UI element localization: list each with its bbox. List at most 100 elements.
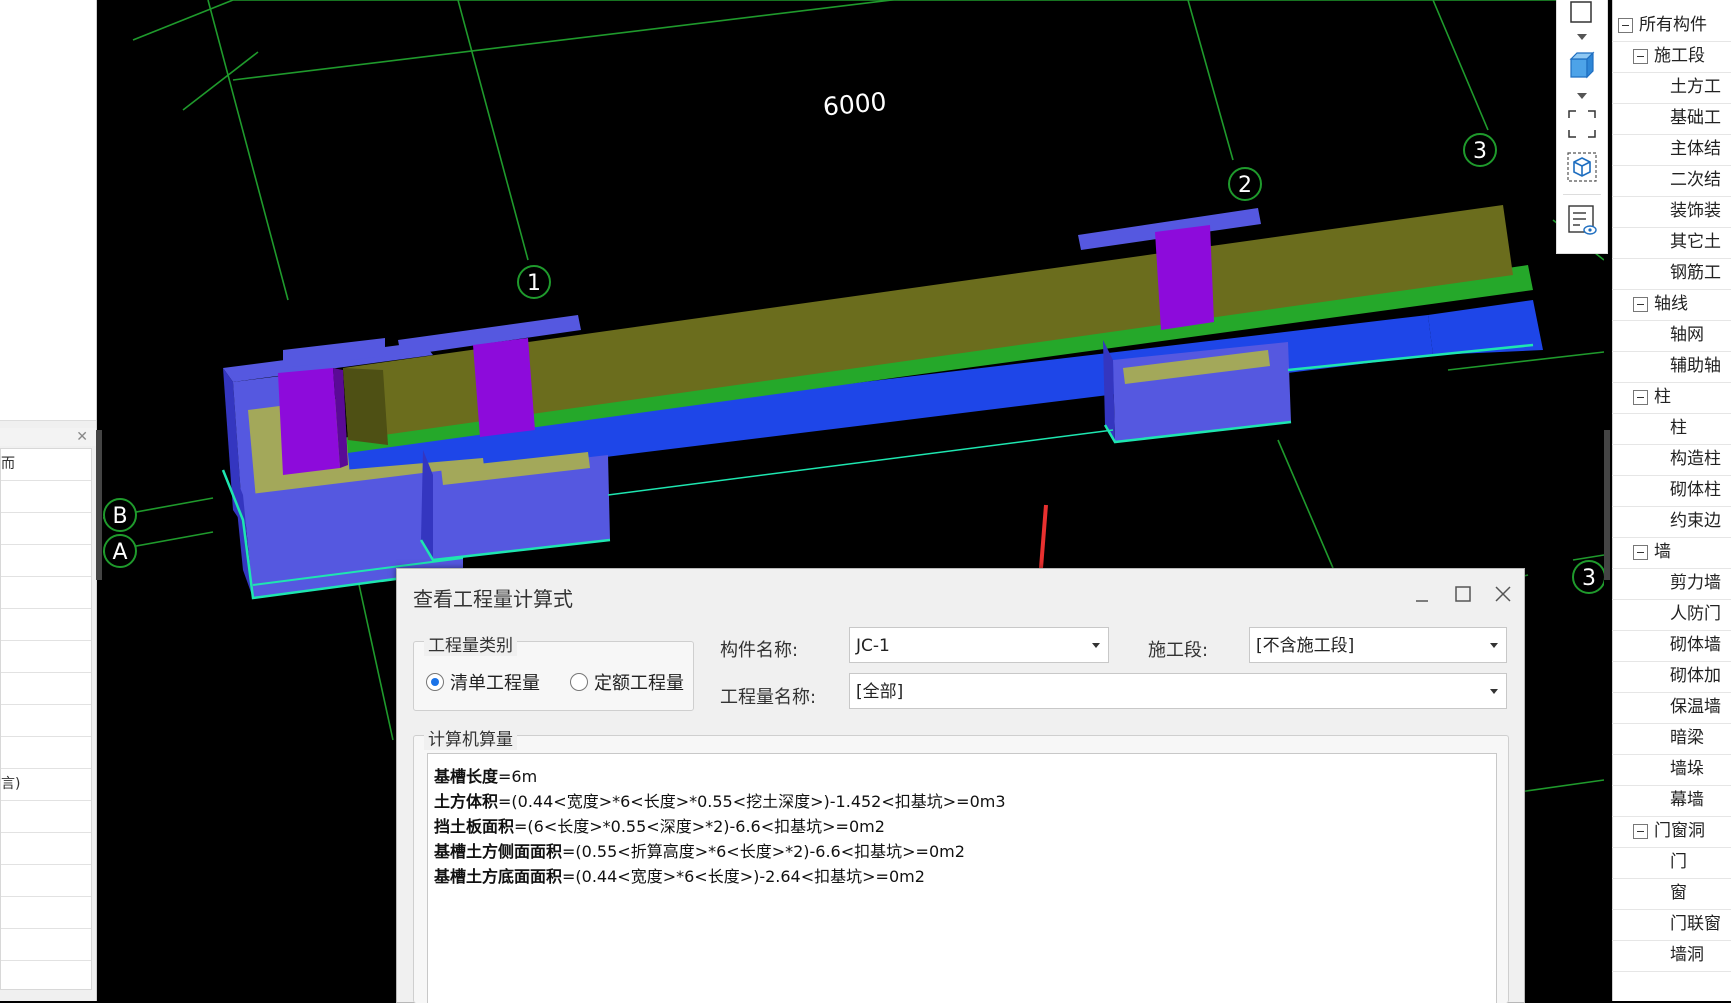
chevron-down-icon[interactable] <box>1577 34 1587 40</box>
tree-item-label: 土方工 <box>1670 77 1721 97</box>
dynamic-view-button[interactable] <box>1566 151 1598 183</box>
list-item[interactable] <box>1 641 91 673</box>
tree-item[interactable]: 所有构件 <box>1612 10 1731 42</box>
list-item[interactable] <box>1 897 91 929</box>
tree-item[interactable]: 砌体柱 <box>1612 475 1731 507</box>
view-mode-button[interactable] <box>1566 0 1598 32</box>
tree-item-label: 辅助轴 <box>1670 356 1721 376</box>
fit-view-button[interactable] <box>1566 108 1598 140</box>
list-item[interactable] <box>1 833 91 865</box>
3d-view-button[interactable] <box>1566 49 1598 81</box>
tree-item[interactable]: 砌体墙 <box>1612 630 1731 662</box>
collapse-toggle-icon[interactable] <box>1633 49 1648 64</box>
tree-item[interactable]: 施工段 <box>1612 41 1731 73</box>
list-item[interactable] <box>1 609 91 641</box>
list-item[interactable] <box>1 865 91 897</box>
tree-item[interactable]: 门联窗 <box>1612 909 1731 941</box>
tree-item-label: 施工段 <box>1654 46 1705 66</box>
tree-item[interactable]: 保温墙 <box>1612 692 1731 724</box>
display-settings-button[interactable] <box>1566 203 1598 235</box>
collapse-toggle-icon[interactable] <box>1633 545 1648 560</box>
tree-item-label: 二次结 <box>1670 170 1721 190</box>
tree-item[interactable]: 砌体加 <box>1612 661 1731 693</box>
toolbar-divider <box>1563 194 1601 195</box>
tree-item[interactable]: 墙垛 <box>1612 754 1731 786</box>
chevron-down-icon[interactable] <box>1577 93 1587 99</box>
list-item[interactable] <box>1 513 91 545</box>
formula-line: 基槽土方底面面积=(0.44<宽度>*6<长度>)-2.64<扣基坑>=0m2 <box>434 867 925 886</box>
tree-item[interactable]: 钢筋工 <box>1612 258 1731 290</box>
list-item[interactable] <box>1 929 91 961</box>
tree-item[interactable]: 轴网 <box>1612 320 1731 352</box>
section-select[interactable]: [不含施工段] <box>1249 627 1507 663</box>
tree-item[interactable]: 人防门 <box>1612 599 1731 631</box>
list-item[interactable] <box>1 737 91 769</box>
formula-text-area[interactable]: 基槽长度=6m 土方体积=(0.44<宽度>*6<长度>*0.55<挖土深度>)… <box>427 753 1497 1003</box>
maximize-icon[interactable] <box>1448 579 1478 609</box>
component-name-select[interactable]: JC-1 <box>849 627 1109 663</box>
tree-item[interactable]: 轴线 <box>1612 289 1731 321</box>
quantity-name-select[interactable]: [全部] <box>849 673 1507 709</box>
collapse-toggle-icon[interactable] <box>1618 18 1633 33</box>
radio-quota-quantity[interactable]: 定额工程量 <box>570 669 684 695</box>
tree-item[interactable]: 柱 <box>1612 413 1731 445</box>
tree-item-label: 保温墙 <box>1670 697 1721 717</box>
chevron-down-icon <box>1490 643 1498 648</box>
list-item[interactable] <box>1 705 91 737</box>
axis-label-3: 3 <box>1473 139 1487 164</box>
tree-item[interactable]: 暗梁 <box>1612 723 1731 755</box>
group-title: 计算机算量 <box>424 725 517 750</box>
fullscreen-corners-icon <box>1568 110 1596 138</box>
close-icon[interactable]: ✕ <box>76 428 88 446</box>
tree-item[interactable]: 二次结 <box>1612 165 1731 197</box>
selected-value: JC-1 <box>856 636 890 656</box>
tree-item[interactable]: 柱 <box>1612 382 1731 414</box>
tree-item[interactable]: 幕墙 <box>1612 785 1731 817</box>
tree-item[interactable]: 墙洞 <box>1612 940 1731 972</box>
axis-label-a: A <box>112 540 127 565</box>
collapse-toggle-icon[interactable] <box>1633 390 1648 405</box>
axis-label-3b: 3 <box>1582 566 1596 591</box>
list-item[interactable]: 而 <box>1 449 91 481</box>
quantity-formula-dialog: 查看工程量计算式 工程量类别 清单工程量 定额工程量 构件名称: JC-1 施工… <box>396 568 1525 1003</box>
tree-item[interactable]: 其它土 <box>1612 227 1731 259</box>
list-item[interactable]: 言) <box>1 769 91 801</box>
radio-label: 清单工程量 <box>450 673 540 694</box>
collapse-toggle-icon[interactable] <box>1633 297 1648 312</box>
list-item[interactable] <box>1 801 91 833</box>
tree-item[interactable]: 剪力墙 <box>1612 568 1731 600</box>
tree-item-label: 人防门 <box>1670 604 1721 624</box>
list-item[interactable] <box>1 673 91 705</box>
tree-item-label: 墙洞 <box>1670 945 1704 965</box>
list-item[interactable] <box>1 545 91 577</box>
axis-label-2: 2 <box>1238 173 1252 198</box>
formula-line: 土方体积=(0.44<宽度>*6<长度>*0.55<挖土深度>)-1.452<扣… <box>434 792 1006 811</box>
tree-item[interactable]: 辅助轴 <box>1612 351 1731 383</box>
tree-item[interactable]: 土方工 <box>1612 72 1731 104</box>
cube-solid-icon <box>1569 51 1595 79</box>
tree-item-label: 其它土 <box>1670 232 1721 252</box>
right-splitter-handle[interactable] <box>1604 430 1610 580</box>
tree-item[interactable]: 约束边 <box>1612 506 1731 538</box>
tree-item[interactable]: 主体结 <box>1612 134 1731 166</box>
tree-item[interactable]: 门窗洞 <box>1612 816 1731 848</box>
tree-item[interactable]: 基础工 <box>1612 103 1731 135</box>
section-label: 施工段: <box>1148 640 1209 661</box>
radio-bill-quantity[interactable]: 清单工程量 <box>426 669 540 695</box>
tree-item[interactable]: 构造柱 <box>1612 444 1731 476</box>
list-item[interactable] <box>1 481 91 513</box>
tree-item[interactable]: 墙 <box>1612 537 1731 569</box>
left-splitter-handle[interactable] <box>96 430 102 580</box>
tree-item[interactable]: 装饰装 <box>1612 196 1731 228</box>
axis-label-b: B <box>112 504 127 529</box>
tree-item[interactable]: 门 <box>1612 847 1731 879</box>
axis-label-1: 1 <box>527 271 541 296</box>
selected-value: [全部] <box>856 682 904 702</box>
radio-unchecked-icon <box>570 673 588 691</box>
minimize-icon[interactable] <box>1407 579 1437 609</box>
collapse-toggle-icon[interactable] <box>1633 824 1648 839</box>
tree-item[interactable]: 窗 <box>1612 878 1731 910</box>
close-icon[interactable] <box>1488 579 1518 609</box>
tree-item-label: 暗梁 <box>1670 728 1704 748</box>
list-item[interactable] <box>1 577 91 609</box>
